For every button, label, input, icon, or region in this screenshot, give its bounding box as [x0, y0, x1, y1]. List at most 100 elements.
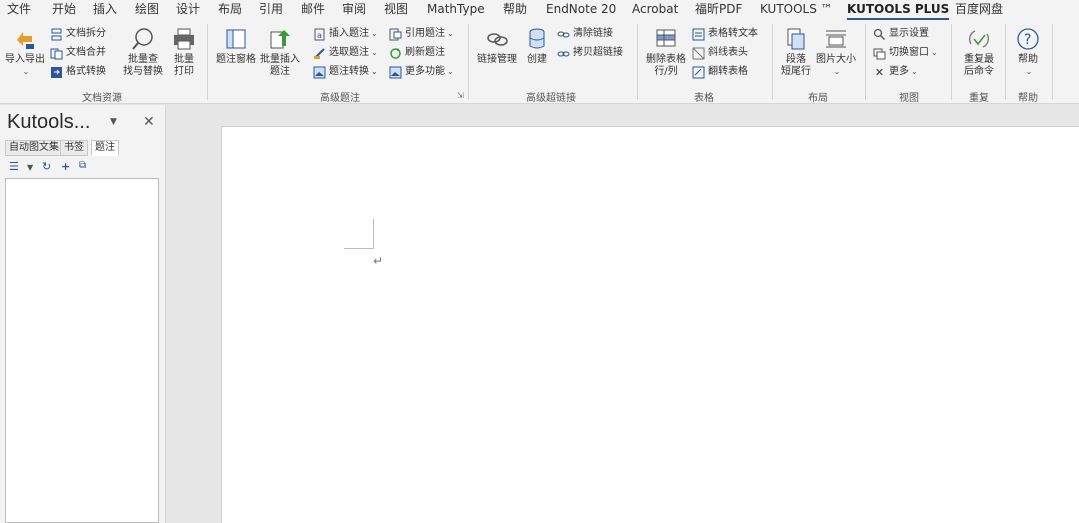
- tab-endnote[interactable]: EndNote 20: [546, 1, 616, 17]
- kutools-side-pane: Kutools... ▼ ✕ 自动图文集 书签 题注 ☰ ▼ ↻ + ⧉: [0, 105, 166, 523]
- tab-references[interactable]: 引用: [259, 1, 283, 17]
- select-icon: [314, 47, 325, 59]
- chevron-down-icon: ⌄: [911, 67, 918, 76]
- tab-draw[interactable]: 绘图: [135, 1, 159, 17]
- chevron-down-icon: ⌄: [371, 29, 378, 38]
- group-divider: [1052, 24, 1053, 100]
- para-short-tail-button[interactable]: 段落 短尾行: [778, 26, 814, 78]
- copy-icon[interactable]: ⧉: [79, 160, 86, 171]
- pane-tab-bookmarks[interactable]: 书签: [60, 140, 88, 156]
- insert-caption-button[interactable]: a 插入题注 ⌄: [313, 26, 378, 42]
- clear-link-button[interactable]: 清除链接: [557, 26, 613, 42]
- link-manage-button[interactable]: 链接管理: [474, 26, 520, 66]
- pane-tab-autotext[interactable]: 自动图文集: [5, 140, 63, 156]
- refresh-icon: [390, 47, 401, 59]
- table-delete-icon: [656, 29, 676, 47]
- tab-view[interactable]: 视图: [384, 1, 408, 17]
- group-label-help: 帮助: [1018, 93, 1038, 104]
- more-view-button[interactable]: ✕ 更多 ⌄: [873, 64, 918, 80]
- merge-icon: [50, 48, 63, 59]
- chevron-down-icon: ⌄: [371, 67, 378, 76]
- printer-icon: [174, 28, 194, 50]
- database-icon: [529, 28, 545, 49]
- caption-list[interactable]: [5, 178, 159, 523]
- ribbon: 导入导出 ⌄ 文档拆分 文档合并 格式转换 批量查 找与替换 批量 打印 文档资…: [0, 20, 1079, 104]
- tab-file[interactable]: 文件: [7, 1, 31, 17]
- close-icon[interactable]: ✕: [143, 114, 155, 130]
- refresh-caption-button[interactable]: 刷新题注: [389, 45, 445, 61]
- caption-pane-button[interactable]: 题注窗格: [214, 26, 258, 66]
- close-x-icon: ✕: [874, 65, 885, 79]
- margin-corner-mark: [344, 248, 374, 249]
- chevron-down-icon[interactable]: ▼: [27, 163, 33, 172]
- group-divider: [772, 24, 773, 100]
- copy-hyperlink-button[interactable]: 拷贝超链接: [557, 45, 623, 61]
- search-icon: [873, 28, 886, 40]
- chevron-down-icon: ⌄: [931, 48, 938, 57]
- import-export-button[interactable]: 导入导出 ⌄: [3, 26, 47, 78]
- pane-options-icon[interactable]: ▼: [110, 117, 117, 127]
- caption-icon: a: [314, 28, 325, 40]
- chevron-down-icon: ⌄: [1025, 67, 1033, 76]
- image-size-button[interactable]: 图片大小 ⌄: [814, 26, 858, 78]
- image-size-icon: [826, 30, 846, 48]
- tab-insert[interactable]: 插入: [93, 1, 117, 17]
- flip-table-icon: [692, 66, 705, 78]
- dialog-launcher-icon[interactable]: ⇲: [457, 91, 464, 100]
- flip-table-button[interactable]: 翻转表格: [692, 64, 748, 80]
- add-icon[interactable]: +: [61, 160, 70, 173]
- format-convert-button[interactable]: 格式转换: [50, 64, 106, 80]
- display-settings-button[interactable]: 显示设置: [873, 26, 929, 42]
- group-label-table: 表格: [694, 93, 714, 104]
- caption-convert-button[interactable]: 题注转换 ⌄: [313, 64, 378, 80]
- split-icon: [51, 28, 62, 40]
- tab-foxit-pdf[interactable]: 福昕PDF: [695, 1, 742, 17]
- more-features-icon: [389, 66, 402, 78]
- tab-acrobat[interactable]: Acrobat: [632, 1, 678, 17]
- chevron-down-icon: ⌄: [447, 67, 454, 76]
- tab-mailings[interactable]: 邮件: [301, 1, 325, 17]
- tab-layout[interactable]: 布局: [218, 1, 242, 17]
- repeat-last-command-button[interactable]: 重复最 后命令: [958, 26, 1000, 78]
- chevron-down-icon: ⌄: [22, 67, 30, 76]
- list-view-icon[interactable]: ☰: [9, 160, 19, 173]
- batch-insert-caption-button[interactable]: 批量插入 题注: [258, 26, 302, 78]
- pane-tab-captions[interactable]: 题注: [91, 140, 119, 156]
- doc-split-button[interactable]: 文档拆分: [50, 26, 106, 42]
- ref-caption-button[interactable]: 引用题注 ⌄: [389, 26, 454, 42]
- create-link-button[interactable]: 创建: [523, 26, 551, 66]
- tab-kutools[interactable]: KUTOOLS ™: [760, 1, 833, 17]
- tab-kutools-plus[interactable]: KUTOOLS PLUS: [847, 1, 950, 20]
- tab-review[interactable]: 审阅: [342, 1, 366, 17]
- tab-design[interactable]: 设计: [176, 1, 200, 17]
- delete-table-rows-button[interactable]: 删除表格 行/列: [643, 26, 689, 78]
- unlink-icon: [557, 31, 570, 37]
- batch-find-replace-button[interactable]: 批量查 找与替换: [120, 26, 166, 78]
- group-label-layout: 布局: [808, 93, 828, 104]
- diagonal-table-icon: [692, 47, 705, 59]
- batch-print-button[interactable]: 批量 打印: [168, 26, 200, 78]
- repeat-icon: [969, 30, 989, 48]
- tab-home[interactable]: 开始: [52, 1, 76, 17]
- paragraph-icon: [787, 28, 805, 50]
- document-page[interactable]: [221, 126, 1079, 523]
- svg-text:?: ?: [1024, 32, 1031, 48]
- switch-window-button[interactable]: 切换窗口 ⌄: [873, 45, 938, 61]
- import-export-icon: [17, 32, 34, 49]
- pane-title: Kutools...: [7, 111, 91, 133]
- tab-mathtype[interactable]: MathType: [427, 1, 485, 17]
- group-label-doc: 文档资源: [82, 93, 122, 104]
- refresh-icon[interactable]: ↻: [42, 160, 51, 173]
- diagonal-header-button[interactable]: 斜线表头: [692, 45, 748, 61]
- select-caption-button[interactable]: 选取题注 ⌄: [313, 45, 378, 61]
- more-features-button[interactable]: 更多功能 ⌄: [389, 64, 454, 80]
- chevron-down-icon: ⌄: [833, 67, 841, 76]
- table-to-text-button[interactable]: 表格转文本: [692, 26, 758, 42]
- tab-help[interactable]: 帮助: [503, 1, 527, 17]
- help-button[interactable]: ? 帮助 ⌄: [1010, 26, 1046, 78]
- tab-baidu-netdisk[interactable]: 百度网盘: [955, 1, 1003, 17]
- group-label-link: 高级超链接: [526, 93, 576, 104]
- group-label-repeat: 重复: [969, 93, 989, 104]
- doc-merge-button[interactable]: 文档合并: [50, 45, 106, 61]
- magnifier-icon: [132, 28, 153, 50]
